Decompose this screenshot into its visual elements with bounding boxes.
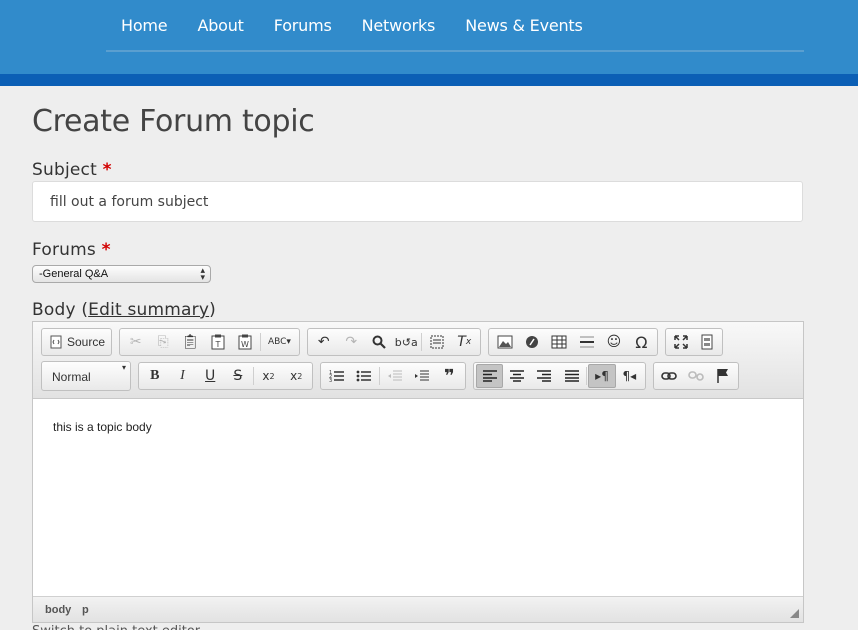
separator — [259, 333, 261, 351]
nav-networks[interactable]: Networks — [362, 16, 436, 35]
align-right-icon[interactable] — [531, 364, 558, 388]
separator — [252, 367, 254, 385]
links-group — [653, 362, 739, 390]
align-left-icon[interactable] — [476, 364, 504, 388]
nav-home[interactable]: Home — [121, 16, 168, 35]
replace-icon[interactable]: b↺a — [393, 330, 421, 354]
remove-format-icon[interactable]: Tx — [450, 330, 478, 354]
numbered-list-icon[interactable]: 123 — [323, 364, 350, 388]
separator — [378, 367, 380, 385]
path-item-body[interactable]: body — [45, 604, 71, 616]
forums-label: Forums * — [32, 240, 111, 260]
align-justify-icon[interactable] — [558, 364, 585, 388]
indent-icon[interactable] — [408, 364, 435, 388]
undo-icon[interactable]: ↶ — [310, 330, 338, 354]
editor-statusbar: body p — [33, 596, 803, 622]
subscript-icon[interactable]: x2 — [255, 364, 283, 388]
blockquote-icon[interactable]: ❞ — [436, 364, 463, 388]
resize-handle-icon[interactable] — [790, 609, 799, 618]
source-label: Source — [67, 335, 106, 349]
select-all-icon[interactable] — [423, 330, 451, 354]
paragraph-group: 123 ❞ — [320, 362, 466, 390]
paste-word-icon[interactable]: W — [232, 330, 259, 354]
main-nav: Home About Forums Networks News & Events — [106, 0, 804, 52]
source-group: Source — [41, 328, 112, 356]
svg-text:W: W — [241, 340, 249, 349]
underline-icon[interactable]: U — [196, 364, 224, 388]
subject-label-text: Subject — [32, 160, 97, 180]
forums-select-value: -General Q&A — [39, 268, 109, 280]
forums-label-text: Forums — [32, 240, 96, 260]
source-button[interactable]: Source — [44, 335, 111, 349]
align-center-icon[interactable] — [503, 364, 530, 388]
separator — [586, 367, 588, 385]
path-item-p[interactable]: p — [82, 604, 89, 616]
chevron-down-icon: ▾ — [121, 363, 126, 372]
find-icon[interactable] — [365, 330, 393, 354]
show-blocks-icon[interactable] — [694, 330, 720, 354]
special-char-icon[interactable]: Ω — [628, 330, 655, 354]
switch-editor-link[interactable]: Switch to plain text editor — [32, 624, 200, 630]
paste-text-icon[interactable]: T — [204, 330, 231, 354]
edit-group: ↶ ↷ b↺a Tx — [307, 328, 481, 356]
nav-about[interactable]: About — [197, 16, 244, 35]
separator — [421, 333, 422, 351]
paste-icon[interactable]: 📋︎ — [177, 330, 204, 354]
anchor-flag-icon[interactable] — [709, 364, 736, 388]
format-dropdown[interactable]: Normal ▾ — [41, 361, 131, 391]
flash-icon[interactable] — [518, 330, 545, 354]
body-label: Body (Edit summary) — [32, 300, 216, 320]
rich-text-editor: Source ✂ ⎘ 📋︎ T W ABC▾ ↶ ↷ b↺a T x ☺ Ω N… — [32, 321, 804, 623]
svg-text:T: T — [214, 340, 220, 349]
body-label-close: ) — [209, 300, 216, 320]
bulleted-list-icon[interactable] — [350, 364, 377, 388]
cut-icon[interactable]: ✂ — [122, 330, 149, 354]
horizontal-rule-icon[interactable] — [573, 330, 600, 354]
tools-group — [665, 328, 723, 356]
page-title: Create Forum topic — [32, 104, 315, 139]
alignment-group: ▸¶ ¶◂ — [473, 362, 646, 390]
format-dropdown-value: Normal — [52, 370, 91, 384]
clipboard-group: ✂ ⎘ 📋︎ T W ABC▾ — [119, 328, 300, 356]
maximize-icon[interactable] — [668, 330, 694, 354]
insert-group: ☺ Ω — [488, 328, 658, 356]
svg-text:3: 3 — [329, 378, 332, 383]
required-marker: * — [102, 160, 112, 180]
text-direction-ltr-icon[interactable]: ▸¶ — [588, 364, 616, 388]
table-icon[interactable] — [546, 330, 573, 354]
copy-icon[interactable]: ⎘ — [149, 330, 176, 354]
edit-summary-link[interactable]: Edit summary — [88, 300, 209, 320]
select-arrows-icon: ▴ ▾ — [200, 265, 205, 282]
body-label-text: Body ( — [32, 300, 89, 320]
unlink-icon[interactable] — [683, 364, 710, 388]
source-icon — [50, 335, 62, 349]
smiley-icon[interactable]: ☺ — [600, 330, 627, 354]
italic-icon[interactable]: I — [169, 364, 197, 388]
strikethrough-icon[interactable]: S — [224, 364, 252, 388]
outdent-icon[interactable] — [381, 364, 408, 388]
basic-styles-group: B I U S x2 x2 — [138, 362, 313, 390]
spellcheck-icon[interactable]: ABC▾ — [262, 330, 297, 354]
image-icon[interactable] — [491, 330, 518, 354]
header-strip — [0, 74, 858, 86]
text-direction-rtl-icon[interactable]: ¶◂ — [616, 364, 643, 388]
superscript-icon[interactable]: x2 — [282, 364, 310, 388]
link-icon[interactable] — [656, 364, 683, 388]
nav-forums[interactable]: Forums — [274, 16, 332, 35]
subject-input[interactable] — [32, 181, 803, 222]
editor-toolbar: Source ✂ ⎘ 📋︎ T W ABC▾ ↶ ↷ b↺a T x ☺ Ω N… — [33, 322, 803, 399]
editor-content[interactable]: this is a topic body — [53, 420, 152, 434]
forums-select[interactable]: -General Q&A ▴ ▾ — [32, 265, 211, 283]
header-bar: Home About Forums Networks News & Events — [0, 0, 858, 74]
bold-icon[interactable]: B — [141, 364, 169, 388]
redo-icon[interactable]: ↷ — [338, 330, 366, 354]
nav-news-events[interactable]: News & Events — [465, 16, 583, 35]
required-marker: * — [101, 240, 111, 260]
subject-label: Subject * — [32, 160, 112, 180]
